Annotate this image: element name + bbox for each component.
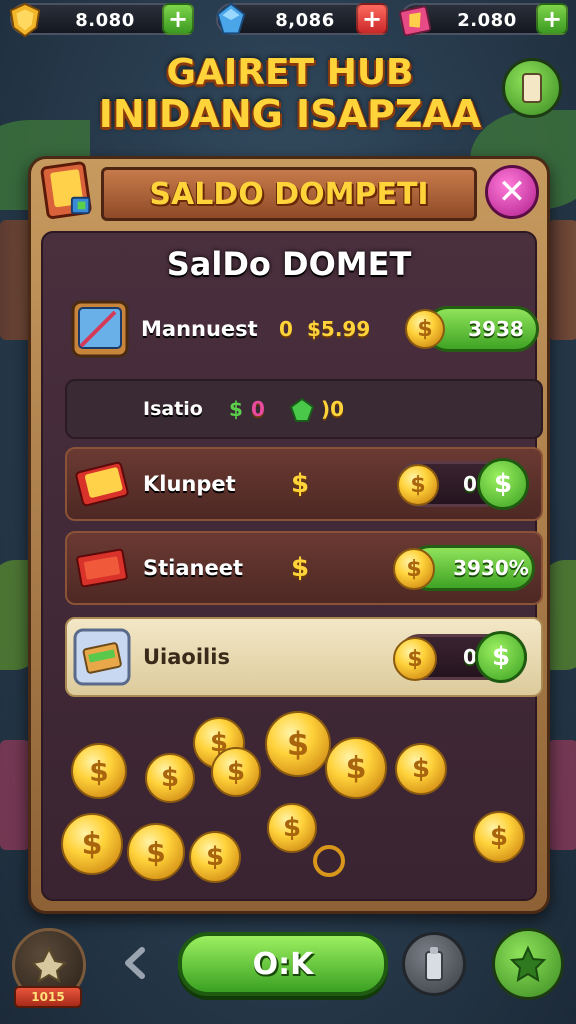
coin-icon: $ (265, 711, 331, 777)
add-gems-button[interactable]: + (356, 3, 388, 35)
gem-resource-counter: 8,086 + (216, 2, 388, 35)
coin-icon: $ (397, 464, 439, 506)
coin-icon: $ (145, 753, 195, 803)
gold-resource-counter: 8.080 + (9, 2, 194, 38)
coin-icon: $ (393, 548, 435, 590)
profile-badge: 1015 (14, 986, 82, 1008)
coin-icon: $ (211, 747, 261, 797)
coin-icon: $ (325, 737, 387, 799)
wallet-row-stianeet[interactable]: Stianeet $ 3930% $ (65, 531, 543, 605)
dollar-icon: $ (291, 553, 310, 583)
dialog-title: SALDO DOMPETI (149, 176, 429, 212)
row-amount: 0 (279, 317, 293, 341)
coin-icon: $ (267, 803, 317, 853)
wallet-row-klunpet[interactable]: Klunpet $ 0 $ $ (65, 447, 543, 521)
add-tickets-button[interactable]: + (536, 3, 568, 35)
row-label: Isatio (143, 398, 203, 420)
gold-resource-value: 8.080 (75, 10, 135, 31)
row-label: Mannuest (141, 317, 258, 341)
side-menu-button[interactable] (502, 58, 562, 118)
ok-button-label: O:K (252, 946, 314, 982)
row-gem-count: )0 (321, 397, 345, 421)
dialog-content: SalDo DOMET Mannuest 0 $5.99 3938 $ Isat… (41, 231, 543, 901)
row-price: $5.99 (307, 317, 371, 341)
inventory-button[interactable] (402, 932, 466, 996)
row-pill-value: 3930% (453, 556, 529, 580)
gem-resource-value: 8,086 (275, 10, 335, 31)
close-icon: ✕ (497, 172, 527, 212)
gold-shield-icon (9, 2, 41, 38)
coin-ring-icon (313, 845, 345, 877)
ticket-bundle-icon (75, 461, 129, 507)
dollar-icon: $ (291, 469, 310, 499)
back-arrow-icon[interactable] (120, 946, 150, 980)
dollar-icon: $ (229, 397, 243, 421)
coin-icon: $ (71, 743, 127, 799)
headline-line-1: GAIRET HUB (166, 52, 414, 93)
wallet-row-isatio[interactable]: Isatio $ 0 )0 (65, 379, 543, 439)
dialog-title-ribbon: SALDO DOMPETI (101, 167, 477, 221)
headline-line-2: INIDANG ISAPZAA (98, 92, 482, 136)
coin-icon: $ (395, 743, 447, 795)
row-label: Uiaoilis (143, 645, 230, 669)
row-label: Klunpet (143, 472, 236, 496)
ok-button[interactable]: O:K (178, 932, 388, 996)
add-gold-button[interactable]: + (162, 3, 194, 35)
coin-icon: $ (473, 811, 525, 863)
red-ticket-icon (76, 548, 128, 588)
character-icon (30, 946, 68, 984)
blue-gem-icon (216, 2, 246, 35)
chest-icon (73, 628, 131, 686)
close-button[interactable]: ✕ (485, 165, 539, 219)
resource-bar: 8.080 + 8,086 + 2.080 + (0, 0, 576, 40)
coin-icon: $ (61, 813, 123, 875)
wallet-book-icon (40, 161, 92, 219)
wallet-dialog: SALDO DOMPETI ✕ SalDo DOMET Mannuest 0 $… (28, 156, 550, 914)
dialog-subtitle: SalDo DOMET (166, 245, 412, 283)
ticket-resource-value: 2.080 (457, 10, 517, 31)
ticket-resource-counter: 2.080 + (399, 3, 568, 37)
row-pill-value: 0 (463, 472, 477, 496)
row-coin-count: 0 (251, 397, 265, 421)
coin-icon: $ (127, 823, 185, 881)
buy-klunpet-button[interactable]: $ (477, 458, 529, 510)
star-person-icon (509, 945, 547, 982)
coin-icon: $ (405, 309, 445, 349)
card-icon (522, 73, 542, 103)
green-gem-icon (289, 397, 315, 422)
row-label: Stianeet (143, 556, 244, 580)
coin-icon: $ (393, 637, 437, 681)
buy-uiaoilis-button[interactable]: $ (475, 631, 527, 683)
row-pill-value: 3938 (468, 317, 524, 341)
ticket-icon (399, 5, 432, 37)
bottle-icon (425, 947, 443, 981)
blue-book-icon (71, 300, 129, 358)
coin-icon: $ (189, 831, 241, 883)
friends-button[interactable] (492, 928, 564, 1000)
wallet-row-uiaoilis[interactable]: Uiaoilis 0 $ $ (65, 617, 543, 697)
wallet-row-mannuest[interactable]: Mannuest 0 $5.99 3938 $ (65, 293, 543, 365)
